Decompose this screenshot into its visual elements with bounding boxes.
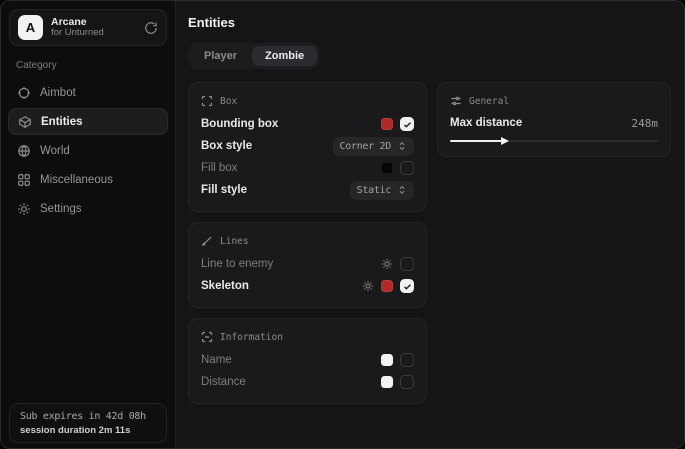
distance-checkbox[interactable] — [400, 375, 414, 389]
app-subtitle: for Unturned — [51, 28, 136, 39]
sliders-icon — [450, 95, 462, 107]
box-card-header: Box — [201, 92, 414, 110]
information-card-header: Information — [201, 328, 414, 346]
tab-player[interactable]: Player — [191, 46, 250, 66]
sidebar-item-settings[interactable]: Settings — [8, 195, 168, 222]
lines-card-header: Lines — [201, 232, 414, 250]
chevrons-up-down-icon — [397, 185, 407, 195]
setting-label: Distance — [201, 376, 246, 388]
box-icon — [18, 115, 32, 129]
gear-icon[interactable] — [362, 280, 374, 292]
slider-thumb[interactable] — [501, 137, 509, 145]
name-checkbox[interactable] — [400, 353, 414, 367]
setting-row-distance: Distance — [201, 371, 414, 393]
crosshair-icon — [17, 86, 31, 100]
page-title: Entities — [188, 15, 671, 30]
sub-expiry-text: Sub expires in 42d 08h — [20, 411, 156, 422]
session-duration-text: session duration 2m 11s — [20, 425, 156, 436]
setting-row-max-distance: Max distance 248m — [450, 113, 658, 133]
sidebar-item-entities[interactable]: Entities — [8, 108, 168, 135]
gear-icon — [17, 202, 31, 216]
card-title: General — [469, 96, 509, 107]
general-card-header: General — [450, 92, 658, 110]
setting-label: Box style — [201, 140, 252, 152]
lines-card: Lines Line to enemy Skeleton — [188, 222, 427, 308]
sidebar-item-label: Aimbot — [40, 87, 76, 99]
setting-label: Line to enemy — [201, 258, 273, 270]
scan-corners-icon — [201, 95, 213, 107]
sidebar-item-label: World — [40, 145, 70, 157]
sidebar-item-label: Miscellaneous — [40, 174, 113, 186]
setting-row-bounding-box: Bounding box — [201, 113, 414, 135]
color-swatch[interactable] — [381, 280, 393, 292]
bounding-box-checkbox[interactable] — [400, 117, 414, 131]
skeleton-checkbox[interactable] — [400, 279, 414, 293]
setting-row-box-style: Box style Corner 2D — [201, 135, 414, 157]
setting-row-fill-style: Fill style Static — [201, 179, 414, 201]
sidebar-item-world[interactable]: World — [8, 137, 168, 164]
content-area: Box Bounding box Box style — [188, 82, 671, 404]
general-card: General Max distance 248m — [437, 82, 671, 157]
card-title: Box — [220, 96, 237, 107]
fill-box-checkbox[interactable] — [400, 161, 414, 175]
sidebar-nav: Aimbot Entities World Miscellaneous — [1, 75, 175, 226]
scan-text-icon — [201, 331, 213, 343]
subscription-card: Sub expires in 42d 08h session duration … — [9, 403, 167, 443]
app-meta: Arcane for Unturned — [51, 16, 136, 39]
sidebar-item-aimbot[interactable]: Aimbot — [8, 79, 168, 106]
fill-style-dropdown[interactable]: Static — [350, 181, 414, 200]
box-style-dropdown[interactable]: Corner 2D — [333, 137, 415, 156]
app-header-card: A Arcane for Unturned — [9, 9, 167, 46]
pencil-line-icon — [201, 235, 213, 247]
sidebar-item-miscellaneous[interactable]: Miscellaneous — [8, 166, 168, 193]
color-swatch[interactable] — [381, 162, 393, 174]
card-title: Information — [220, 332, 283, 343]
color-swatch[interactable] — [381, 376, 393, 388]
category-label: Category — [16, 60, 175, 71]
color-swatch[interactable] — [381, 354, 393, 366]
color-swatch[interactable] — [381, 118, 393, 130]
chevrons-up-down-icon — [397, 141, 407, 151]
setting-label: Fill box — [201, 162, 237, 174]
slider-value: 248m — [632, 117, 659, 130]
slider-fill — [450, 140, 504, 142]
main-panel: Entities Player Zombie Box Bounding box — [176, 1, 684, 448]
session-duration-label: session duration — [20, 425, 96, 436]
box-card: Box Bounding box Box style — [188, 82, 427, 212]
tab-zombie[interactable]: Zombie — [252, 46, 317, 66]
right-column: General Max distance 248m — [437, 82, 671, 157]
grid-icon — [17, 173, 31, 187]
setting-row-line-to-enemy: Line to enemy — [201, 253, 414, 275]
sidebar-item-label: Settings — [40, 203, 82, 215]
app-window: A Arcane for Unturned Category Aimbot — [0, 0, 685, 449]
sidebar: A Arcane for Unturned Category Aimbot — [1, 1, 176, 448]
dropdown-value: Corner 2D — [340, 141, 392, 152]
line-to-enemy-checkbox[interactable] — [400, 257, 414, 271]
setting-label: Skeleton — [201, 280, 249, 292]
sidebar-item-label: Entities — [41, 116, 83, 128]
setting-label: Fill style — [201, 184, 247, 196]
information-card: Information Name Distance — [188, 318, 427, 404]
app-logo: A — [18, 15, 43, 40]
dropdown-value: Static — [357, 185, 391, 196]
slider-track[interactable] — [450, 140, 658, 142]
refresh-icon[interactable] — [144, 21, 158, 35]
setting-row-fill-box: Fill box — [201, 157, 414, 179]
globe-icon — [17, 144, 31, 158]
setting-label: Max distance — [450, 117, 522, 129]
gear-icon[interactable] — [381, 258, 393, 270]
left-column: Box Bounding box Box style — [188, 82, 427, 404]
max-distance-slider[interactable] — [450, 140, 658, 142]
tab-bar: Player Zombie — [188, 43, 320, 69]
setting-row-name: Name — [201, 349, 414, 371]
setting-label: Bounding box — [201, 118, 278, 130]
card-title: Lines — [220, 236, 249, 247]
setting-label: Name — [201, 354, 232, 366]
session-duration-value: 2m 11s — [99, 425, 131, 436]
setting-row-skeleton: Skeleton — [201, 275, 414, 297]
